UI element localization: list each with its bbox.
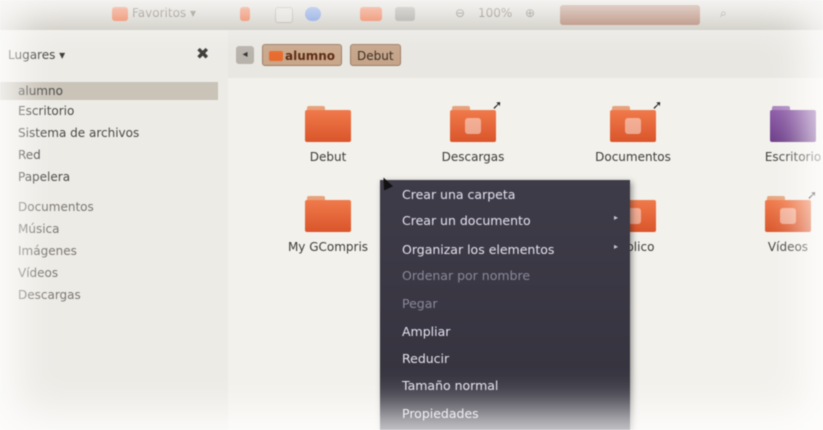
sidebar-item-videos[interactable]: Vídeos bbox=[18, 266, 58, 280]
submenu-arrow-icon: ▸ bbox=[614, 213, 619, 222]
folder-label: Documentos bbox=[595, 150, 671, 164]
sidebar-item-musica[interactable]: Música bbox=[18, 222, 60, 236]
sidebar-places-menu[interactable]: Lugares ▾ bbox=[8, 48, 65, 62]
home-folder-icon bbox=[269, 51, 283, 61]
view-icon[interactable] bbox=[240, 7, 250, 21]
download-folder-icon: ➚ bbox=[450, 98, 502, 142]
path-back-icon[interactable]: ◂ bbox=[236, 46, 254, 64]
zoom-out-icon[interactable]: ⊖ bbox=[455, 6, 465, 20]
symlink-arrow-icon: ➚ bbox=[491, 98, 502, 112]
info-icon[interactable] bbox=[275, 7, 293, 23]
submenu-arrow-icon: ▸ bbox=[614, 242, 619, 251]
menu-item-ordenar-nombre: Ordenar por nombre bbox=[402, 268, 531, 283]
folder-item[interactable]: My GCompris bbox=[273, 196, 383, 254]
folder-item[interactable]: ➚ Vídeos bbox=[733, 188, 823, 254]
folder-icon bbox=[305, 196, 351, 232]
desktop-folder-icon bbox=[770, 106, 816, 142]
menu-item-label: Crear un documento bbox=[402, 213, 531, 228]
folder-label: Escritorio bbox=[764, 150, 822, 164]
folder-icon bbox=[305, 106, 351, 142]
sidebar-item-descargas[interactable]: Descargas bbox=[18, 288, 81, 302]
close-sidebar-icon[interactable]: ✖ bbox=[196, 44, 209, 63]
sidebar-item-red[interactable]: Red bbox=[18, 148, 41, 162]
network-icon[interactable] bbox=[305, 7, 321, 21]
location-bar: ◂ alumno Debut bbox=[228, 30, 823, 78]
sidebar-item-alumno[interactable]: alumno bbox=[0, 82, 218, 100]
file-manager-window: Favoritos ▾ ⊖ 100% ⊕ ⌕ Lugares ▾ ✖ alumn… bbox=[0, 0, 823, 430]
sidebar-item-papelera[interactable]: Papelera bbox=[18, 170, 70, 184]
symlink-arrow-icon: ➚ bbox=[806, 188, 817, 202]
zoom-level: 100% bbox=[478, 6, 513, 20]
folder-icon[interactable] bbox=[360, 7, 382, 21]
documents-folder-icon: ➚ bbox=[610, 98, 662, 142]
folder-label: Vídeos bbox=[767, 240, 809, 254]
path-button-alumno-label: alumno bbox=[285, 49, 336, 63]
folder-item[interactable]: ➚ Documentos bbox=[578, 98, 688, 164]
folder-label: My GCompris bbox=[287, 240, 369, 254]
menu-item-ampliar[interactable]: Ampliar bbox=[402, 324, 450, 339]
menu-item-crear-carpeta[interactable]: Crear una carpeta bbox=[402, 187, 515, 202]
sidebar-item-sistema-archivos[interactable]: Sistema de archivos bbox=[18, 126, 139, 140]
context-menu: Crear una carpeta Crear un documento ▸ O… bbox=[380, 180, 630, 430]
menu-item-propiedades[interactable]: Propiedades bbox=[402, 406, 479, 421]
sidebar: Lugares ▾ ✖ alumno Escritorio Sistema de… bbox=[0, 30, 227, 430]
folder-item[interactable]: Debut bbox=[273, 106, 383, 164]
computer-icon[interactable] bbox=[395, 7, 415, 21]
path-button-debut[interactable]: Debut bbox=[350, 44, 401, 66]
folder-label: Debut bbox=[309, 150, 347, 164]
bookmarks-menu[interactable]: Favoritos ▾ bbox=[132, 6, 196, 20]
folder-label: Descargas bbox=[441, 150, 505, 164]
zoom-in-icon[interactable]: ⊕ bbox=[525, 6, 535, 20]
menu-item-pegar: Pegar bbox=[402, 296, 438, 311]
sidebar-item-documentos[interactable]: Documentos bbox=[18, 200, 94, 214]
menu-item-crear-documento[interactable]: Crear un documento ▸ bbox=[402, 213, 618, 228]
toolbar: Favoritos ▾ ⊖ 100% ⊕ ⌕ bbox=[0, 0, 823, 30]
search-icon[interactable]: ⌕ bbox=[720, 6, 727, 21]
videos-folder-icon: ➚ bbox=[765, 188, 817, 232]
search-field[interactable] bbox=[560, 5, 700, 25]
sidebar-item-escritorio[interactable]: Escritorio bbox=[18, 104, 74, 118]
symlink-arrow-icon: ➚ bbox=[651, 98, 662, 112]
folder-item[interactable]: Escritorio bbox=[738, 106, 823, 164]
menu-item-tamano-normal[interactable]: Tamaño normal bbox=[402, 378, 498, 393]
menu-item-reducir[interactable]: Reducir bbox=[402, 351, 449, 366]
path-button-alumno[interactable]: alumno bbox=[262, 44, 343, 66]
folder-item[interactable]: ➚ Descargas bbox=[418, 98, 528, 164]
bookmark-icon[interactable] bbox=[112, 7, 128, 21]
menu-item-organizar[interactable]: Organizar los elementos ▸ bbox=[402, 242, 618, 257]
menu-item-label: Organizar los elementos bbox=[402, 242, 555, 257]
sidebar-item-imagenes[interactable]: Imágenes bbox=[18, 244, 77, 258]
